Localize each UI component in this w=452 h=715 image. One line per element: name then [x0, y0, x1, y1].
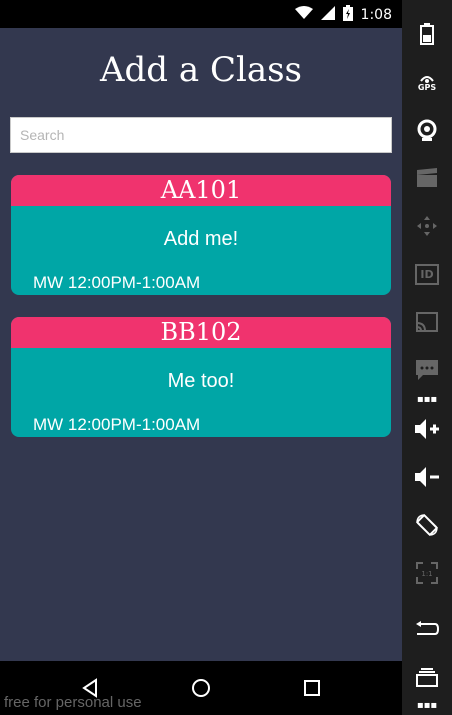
volume-down-icon	[415, 467, 439, 487]
home-nav-button[interactable]	[186, 673, 216, 703]
overview-button[interactable]	[402, 657, 452, 697]
device-screen: 1:08 Add a Class AA101 Add me! MW 12:00P…	[0, 0, 402, 715]
clapperboard-icon	[417, 168, 437, 187]
gps-label: GPS	[417, 82, 437, 92]
screen-record-button[interactable]	[402, 158, 452, 198]
battery-sim-button[interactable]	[402, 14, 452, 54]
gps-button[interactable]: GPS	[402, 62, 452, 102]
fullscreen-scale-icon: 1:1	[416, 562, 438, 584]
class-description: Add me!	[163, 228, 239, 250]
emulator-sidebar: GPS ID ▪▪▪ 1:1 ▪▪▪	[402, 0, 452, 715]
back-arrow-icon	[416, 621, 439, 635]
gps-signal-icon	[420, 75, 434, 83]
message-icon	[416, 360, 438, 380]
status-time: 1:08	[360, 7, 392, 23]
volume-up-icon	[415, 419, 439, 439]
cast-button[interactable]	[402, 302, 452, 342]
id-label: ID	[415, 263, 439, 285]
rotate-button[interactable]	[402, 505, 452, 545]
sms-button[interactable]	[402, 350, 452, 390]
class-code: BB102	[11, 317, 391, 348]
class-code: AA101	[11, 175, 391, 206]
navigation-bar: free for personal use	[0, 661, 402, 715]
recents-square-icon	[304, 680, 320, 696]
search-input[interactable]	[10, 117, 392, 153]
cast-icon	[416, 312, 438, 332]
more-dots-icon: ▪▪▪	[416, 394, 438, 405]
app-content: Add a Class AA101 Add me! MW 12:00PM-1:0…	[0, 28, 402, 661]
battery-icon	[342, 5, 353, 25]
home-circle-icon	[192, 679, 210, 697]
screen-rotation-icon	[416, 514, 438, 536]
svg-text:1:1: 1:1	[421, 570, 432, 578]
webcam-icon	[417, 119, 437, 141]
dpad-icon	[417, 216, 437, 236]
volume-up-button[interactable]	[402, 409, 452, 449]
battery-icon	[420, 23, 434, 45]
watermark-text: free for personal use	[4, 694, 142, 711]
status-bar: 1:08	[0, 0, 402, 28]
class-card-bb102[interactable]: BB102 Me too! MW 12:00PM-1:00AM	[11, 317, 391, 437]
class-schedule: MW 12:00PM-1:00AM	[33, 415, 201, 434]
class-schedule: MW 12:00PM-1:00AM	[33, 273, 201, 292]
page-title: Add a Class	[99, 50, 303, 90]
dpad-button[interactable]	[402, 206, 452, 246]
more-dots-bottom-icon: ▪▪▪	[416, 700, 438, 711]
scale-button[interactable]: 1:1	[402, 553, 452, 593]
class-description: Me too!	[167, 370, 235, 392]
camera-button[interactable]	[402, 110, 452, 150]
volume-down-button[interactable]	[402, 457, 452, 497]
cell-signal-icon	[320, 6, 335, 24]
recents-nav-button[interactable]	[297, 673, 327, 703]
class-card-aa101[interactable]: AA101 Add me! MW 12:00PM-1:00AM	[11, 175, 391, 295]
recents-stack-icon	[416, 668, 438, 687]
back-button[interactable]	[402, 609, 452, 649]
device-id-button[interactable]: ID	[402, 254, 452, 294]
wifi-icon	[294, 6, 313, 24]
